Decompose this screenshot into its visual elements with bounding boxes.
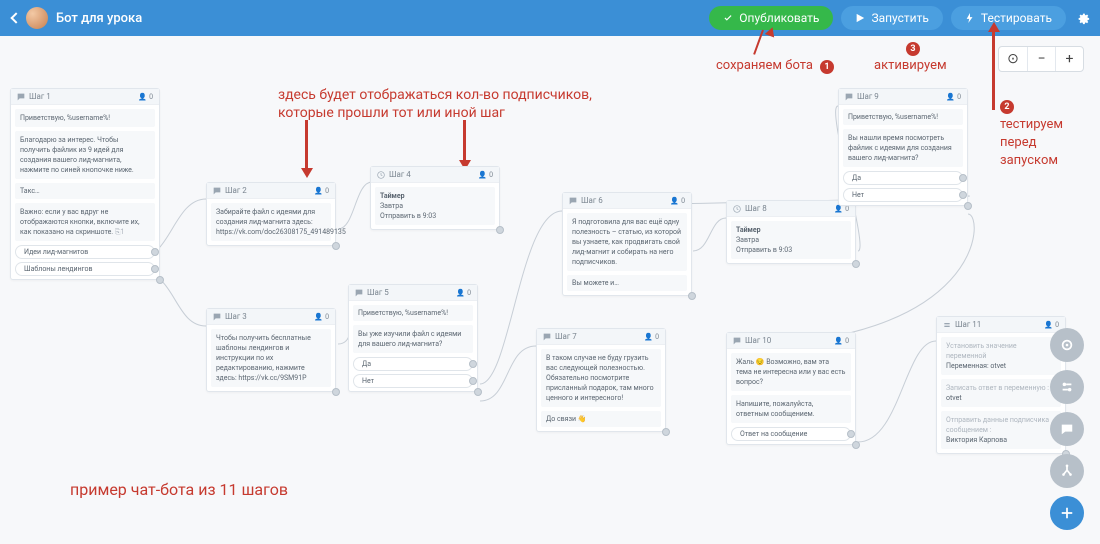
output-port[interactable] — [156, 276, 164, 284]
chat-icon — [213, 313, 221, 321]
subscriber-count: 👤 0 — [314, 187, 329, 195]
message-block: Напишите, пожалуйста, ответным сообщение… — [731, 395, 851, 423]
message-block: Жаль 😔 Возможно, вам эта тема не интерес… — [731, 353, 851, 391]
clock-icon — [377, 171, 385, 179]
message-block: Вы уже изучили файл с идеями для вашего … — [353, 325, 473, 353]
step-card-10[interactable]: Шаг 10 👤 0 Жаль 😔 Возможно, вам эта тема… — [726, 332, 856, 445]
step-title: Шаг 10 — [745, 336, 834, 345]
output-port[interactable] — [688, 292, 696, 300]
message-block: Приветствую, %username%! — [353, 305, 473, 321]
step-card-11[interactable]: Шаг 11 👤 0 Установить значение переменно… — [936, 316, 1066, 454]
chat-icon — [17, 93, 25, 101]
step-card-9[interactable]: Шаг 9 👤 0 Приветствую, %username%! Вы на… — [838, 88, 968, 206]
timer-block: Таймер Завтра Отправить в 9:03 — [731, 221, 851, 259]
step-title: Шаг 8 — [745, 204, 834, 213]
step-title: Шаг 6 — [581, 196, 670, 205]
test-button[interactable]: Тестировать — [951, 6, 1066, 30]
step-title: Шаг 1 — [29, 92, 138, 101]
chat-icon — [213, 187, 221, 195]
message-block: Приветствую, %username%! — [843, 109, 963, 125]
output-port[interactable] — [474, 388, 482, 396]
step-card-5[interactable]: Шаг 5 👤 0 Приветствую, %username%! Вы уж… — [348, 284, 478, 392]
message-block: До связи 👋 — [541, 411, 661, 427]
fab-target[interactable] — [1050, 328, 1084, 362]
message-block: В таком случае не буду грузить вас следу… — [541, 349, 661, 407]
fab-add[interactable] — [1050, 496, 1084, 530]
action-block: Установить значение переменнойПеременная… — [941, 337, 1061, 375]
subscriber-count: 👤 0 — [644, 333, 659, 341]
output-port[interactable] — [662, 428, 670, 436]
reply-button[interactable]: Ответ на сообщение — [731, 427, 851, 441]
step-card-3[interactable]: Шаг 3 👤 0 Чтобы получить бесплатные шабл… — [206, 308, 336, 392]
step-title: Шаг 5 — [367, 288, 456, 297]
bolt-icon — [965, 13, 975, 23]
message-block: Чтобы получить бесплатные шаблоны лендин… — [211, 329, 331, 387]
play-icon — [855, 13, 865, 23]
step-title: Шаг 4 — [389, 170, 478, 179]
reply-button[interactable]: Нет — [353, 374, 473, 388]
timer-block: Таймер Завтра Отправить в 9:03 — [375, 187, 495, 225]
settings-icon — [943, 321, 951, 329]
run-button[interactable]: Запустить — [841, 6, 942, 30]
message-block: Такс… — [15, 183, 155, 199]
subscriber-count: 👤 0 — [138, 93, 153, 101]
output-port[interactable] — [852, 441, 860, 449]
subscriber-count: 👤 0 — [670, 197, 685, 205]
back-icon[interactable] — [10, 12, 21, 23]
output-port[interactable] — [332, 242, 340, 250]
fab-settings[interactable] — [1050, 370, 1084, 404]
subscriber-count: 👤 0 — [314, 313, 329, 321]
fab-chat[interactable] — [1050, 412, 1084, 446]
step-card-6[interactable]: Шаг 6 👤 0 Я подготовила для вас ещё одну… — [562, 192, 692, 296]
clock-icon — [733, 205, 741, 213]
output-port[interactable] — [964, 202, 972, 210]
fab-branch[interactable] — [1050, 454, 1084, 488]
step-card-8[interactable]: Шаг 8 👤 0 Таймер Завтра Отправить в 9:03 — [726, 200, 856, 264]
reply-button[interactable]: Идеи лид-магнитов — [15, 245, 155, 259]
step-title: Шаг 11 — [955, 320, 1044, 329]
step-card-1[interactable]: Шаг 1 👤 0 Приветствую, %username%! Благо… — [10, 88, 160, 280]
output-port[interactable] — [496, 226, 504, 234]
reply-button[interactable]: Да — [843, 171, 963, 185]
chat-icon — [733, 337, 741, 345]
step-card-7[interactable]: Шаг 7 👤 0 В таком случае не буду грузить… — [536, 328, 666, 432]
step-card-2[interactable]: Шаг 2 👤 0 Забирайте файл с идеями для со… — [206, 182, 336, 246]
subscriber-count: 👤 0 — [456, 289, 471, 297]
action-block: Отправить данные подписчика сообщением :… — [941, 411, 1061, 449]
action-block: Записать ответ в переменную :otvet — [941, 379, 1061, 407]
reply-button[interactable]: Да — [353, 357, 473, 371]
output-port[interactable] — [332, 388, 340, 396]
step-title: Шаг 9 — [857, 92, 946, 101]
subscriber-count: 👤 0 — [478, 171, 493, 179]
message-block: Вы можете и… — [567, 275, 687, 291]
step-title: Шаг 3 — [225, 312, 314, 321]
reply-button[interactable]: Шаблоны лендингов — [15, 262, 155, 276]
output-port[interactable] — [852, 260, 860, 268]
message-block: Приветствую, %username%! — [15, 109, 155, 127]
page-title: Бот для урока — [56, 11, 142, 26]
avatar[interactable] — [26, 7, 48, 29]
run-label: Запустить — [871, 11, 928, 25]
chat-icon — [543, 333, 551, 341]
step-card-4[interactable]: Шаг 4 👤 0 Таймер Завтра Отправить в 9:03 — [370, 166, 500, 230]
step-title: Шаг 7 — [555, 332, 644, 341]
message-block: Вы нашли время посмотреть файлик с идеям… — [843, 129, 963, 167]
message-block: Важно: если у вас вдруг не отображаются … — [15, 203, 155, 241]
step-title: Шаг 2 — [225, 186, 314, 195]
chat-icon — [355, 289, 363, 297]
chat-icon — [845, 93, 853, 101]
subscriber-count: 👤 0 — [946, 93, 961, 101]
message-block: Забирайте файл с идеями для создания лид… — [211, 203, 331, 241]
chat-icon — [569, 197, 577, 205]
settings-icon[interactable] — [1076, 11, 1090, 25]
reply-button[interactable]: Нет — [843, 188, 963, 202]
publish-label: Опубликовать — [739, 11, 819, 25]
flow-canvas[interactable]: Шаг 1 👤 0 Приветствую, %username%! Благо… — [0, 36, 1100, 544]
message-block: Я подготовила для вас ещё одну полезност… — [567, 213, 687, 271]
subscriber-count: 👤 0 — [834, 337, 849, 345]
top-bar: Бот для урока Опубликовать Запустить Тес… — [0, 0, 1100, 36]
check-icon — [723, 13, 733, 23]
message-block: Благодарю за интерес. Чтобы получить фай… — [15, 131, 155, 179]
side-toolbar — [1050, 328, 1084, 530]
